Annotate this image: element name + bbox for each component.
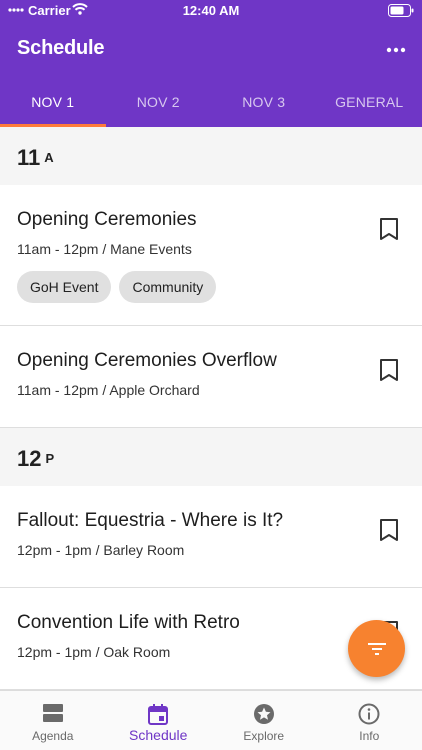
hour-section-header: 11 A — [0, 127, 422, 185]
bookmark-icon[interactable] — [378, 358, 400, 382]
nav-info[interactable]: Info — [317, 691, 422, 750]
event-time-location: 11am - 12pm / Mane Events — [17, 241, 192, 257]
hour-number: 12 — [17, 446, 42, 471]
calendar-icon — [148, 704, 169, 725]
info-icon — [358, 703, 380, 725]
bookmark-icon[interactable] — [378, 518, 400, 542]
status-time: 12:40 AM — [182, 3, 240, 18]
status-bar: Carrier 12:40 AM — [0, 0, 422, 22]
hour-label: 11 A — [17, 145, 54, 171]
event-time-location: 11am - 12pm / Apple Orchard — [17, 382, 200, 398]
tab-general[interactable]: GENERAL — [317, 82, 422, 127]
bottom-navigation: Agenda Schedule Explore Info — [0, 690, 422, 750]
tab-nov-1[interactable]: NOV 1 — [0, 82, 106, 127]
event-row[interactable]: Opening Ceremonies Overflow 11am - 12pm … — [0, 326, 422, 428]
nav-agenda[interactable]: Agenda — [0, 691, 106, 750]
event-row[interactable]: Fallout: Equestria - Where is It? 12pm -… — [0, 486, 422, 588]
event-time-location: 12pm - 1pm / Oak Room — [17, 644, 171, 660]
event-title: Convention Life with Retro — [17, 612, 240, 633]
nav-explore[interactable]: Explore — [211, 691, 317, 750]
filter-icon — [367, 642, 386, 655]
nav-label: Explore — [243, 729, 285, 743]
filter-fab-button[interactable] — [348, 620, 405, 677]
event-title: Opening Ceremonies — [17, 209, 197, 230]
hour-label: 12 P — [17, 446, 54, 472]
hour-ampm: A — [44, 150, 54, 165]
event-title: Opening Ceremonies Overflow — [17, 350, 277, 371]
bookmark-icon[interactable] — [378, 217, 400, 241]
agenda-icon — [42, 704, 63, 722]
event-row[interactable]: Opening Ceremonies 11am - 12pm / Mane Ev… — [0, 185, 422, 326]
tab-nov-2[interactable]: NOV 2 — [106, 82, 212, 127]
hour-section-header: 12 P — [0, 428, 422, 486]
app-header: Carrier 12:40 AM Schedule NOV 1 NOV 2 NO… — [0, 0, 422, 127]
tab-nov-3[interactable]: NOV 3 — [211, 82, 317, 127]
star-icon — [253, 704, 274, 724]
page-title: Schedule — [17, 37, 105, 59]
hour-number: 11 — [17, 145, 41, 170]
nav-label: Info — [359, 729, 380, 743]
day-tabs: NOV 1 NOV 2 NOV 3 GENERAL — [0, 82, 422, 127]
tag-chip[interactable]: GoH Event — [17, 271, 112, 303]
event-title: Fallout: Equestria - Where is It? — [17, 510, 284, 531]
nav-label: Agenda — [32, 729, 74, 743]
nav-schedule[interactable]: Schedule — [106, 691, 212, 750]
event-tags: GoH Event Community — [17, 271, 217, 303]
tag-chip[interactable]: Community — [119, 271, 217, 303]
more-horizontal-icon[interactable] — [384, 38, 408, 62]
hour-ampm: P — [45, 451, 55, 466]
event-time-location: 12pm - 1pm / Barley Room — [17, 542, 185, 558]
schedule-list[interactable]: 11 A Opening Ceremonies 11am - 12pm / Man… — [0, 127, 422, 690]
nav-label: Schedule — [129, 727, 188, 743]
battery-icon — [388, 4, 414, 17]
